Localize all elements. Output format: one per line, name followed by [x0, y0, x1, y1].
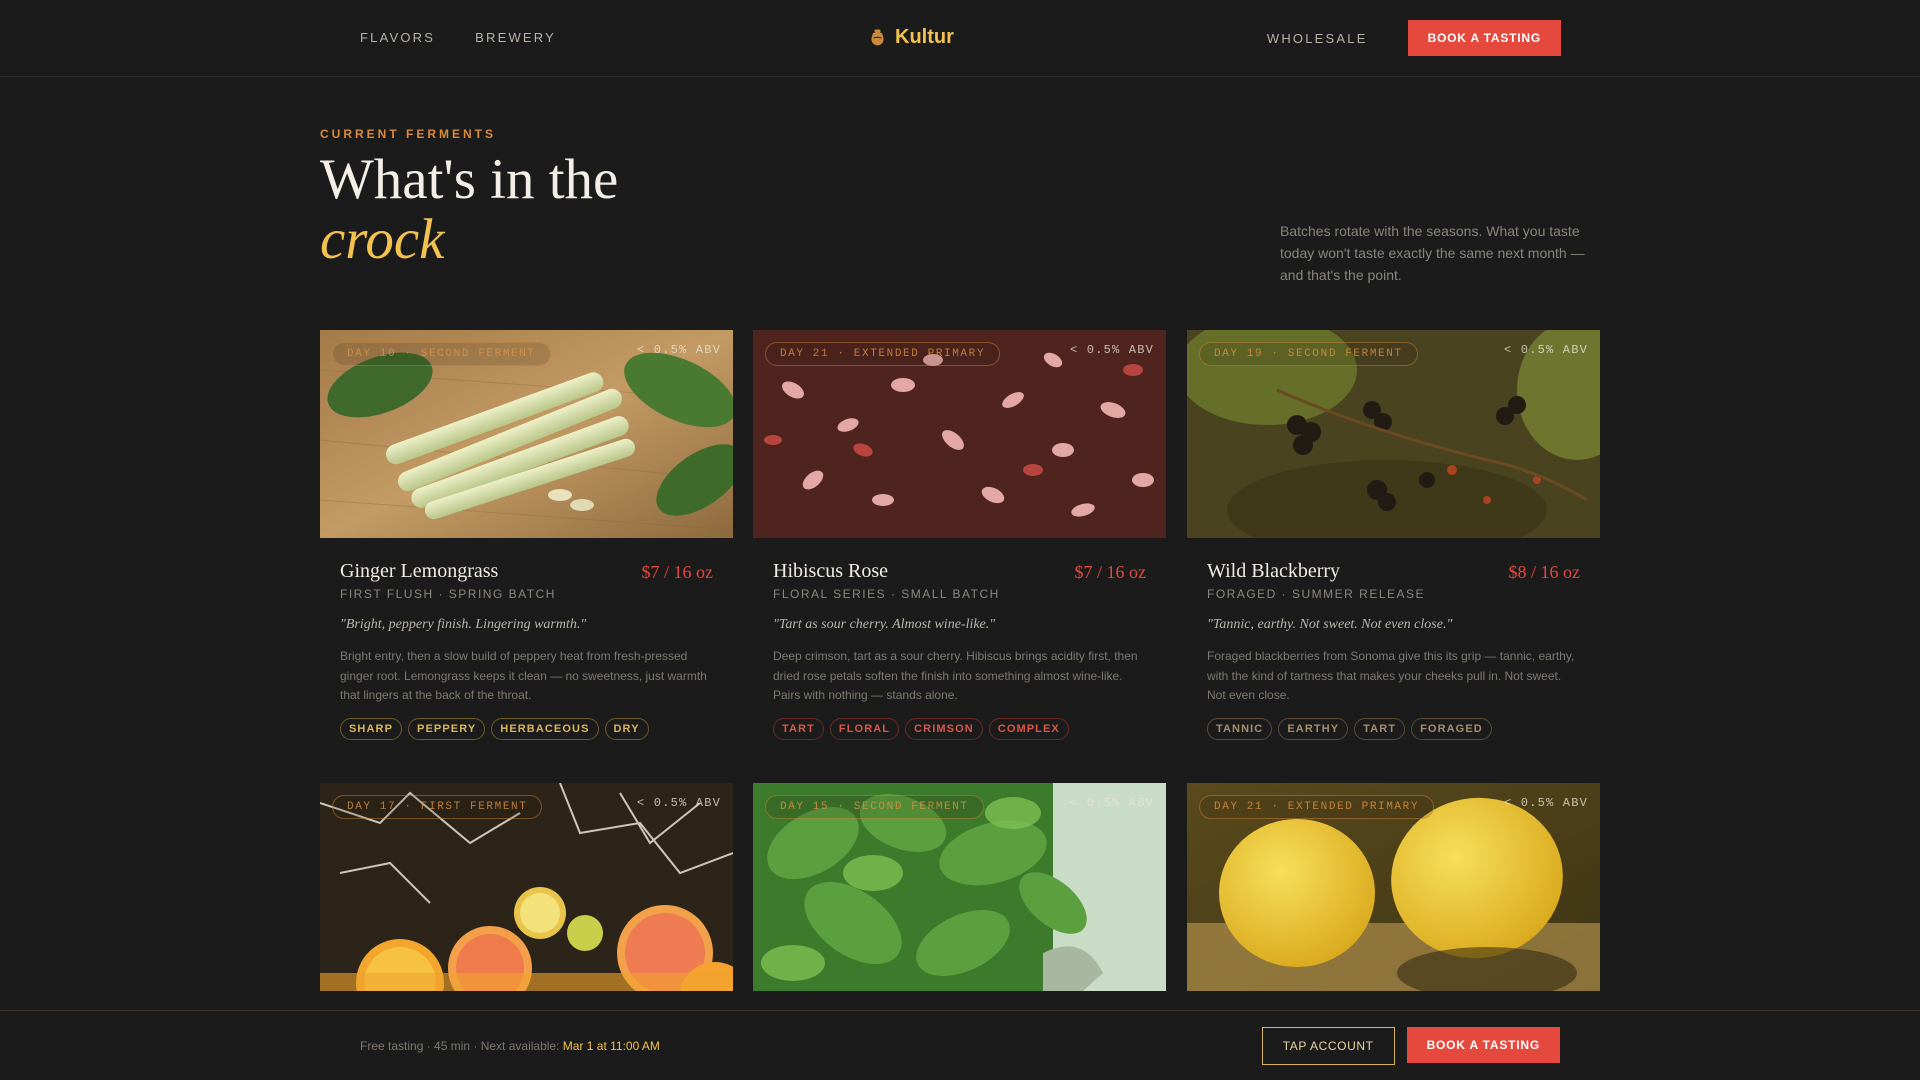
flavor-tags: TANNIC EARTHY TART FORAGED: [1207, 717, 1580, 740]
flavor-card-lemon[interactable]: DAY 21 · EXTENDED PRIMARY < 0.5% ABV: [1187, 783, 1600, 991]
nav-link-flavors[interactable]: FLAVORS: [360, 30, 435, 45]
flavor-card-hibiscus-rose[interactable]: DAY 21 · EXTENDED PRIMARY < 0.5% ABV Hib…: [753, 330, 1166, 740]
brand-name: Kultur: [895, 26, 954, 48]
flavor-description: Bright entry, then a slow build of peppe…: [340, 649, 707, 702]
ferment-stage-badge: DAY 21 · EXTENDED PRIMARY: [1199, 795, 1435, 819]
flavor-tag: TART: [1354, 717, 1406, 740]
tasting-info: Free tasting · 45 min · Next available: …: [360, 1039, 660, 1053]
flavor-image-citrus: DAY 17 · FIRST FERMENT < 0.5% ABV: [320, 783, 733, 991]
page-title-accent: crock: [320, 208, 445, 271]
flavor-card-wild-blackberry[interactable]: DAY 19 · SECOND FERMENT < 0.5% ABV Wild …: [1187, 330, 1600, 740]
abv-label: < 0.5% ABV: [636, 343, 721, 357]
flavor-image-wild-blackberry: DAY 19 · SECOND FERMENT < 0.5% ABV: [1187, 330, 1600, 538]
nav-link-brewery[interactable]: BREWERY: [475, 30, 556, 45]
flavor-tag: DRY: [604, 717, 649, 740]
flavor-image-herb: DAY 15 · SECOND FERMENT < 0.5% ABV: [753, 783, 1166, 991]
flavor-meta: FORAGED · SUMMER RELEASE: [1207, 587, 1426, 601]
flavor-tag: HERBACEOUS: [491, 717, 599, 740]
flavor-description: Deep crimson, tart as a sour cherry. Hib…: [773, 649, 1138, 702]
primary-nav: FLAVORS BREWERY: [360, 30, 556, 45]
flavor-meta: FLORAL SERIES · SMALL BATCH: [773, 587, 1000, 601]
card-body: Wild Blackberry $8 / 16 oz FORAGED · SUM…: [1187, 538, 1600, 740]
ferment-stage-badge: DAY 19 · SECOND FERMENT: [1199, 342, 1418, 366]
flavor-tag: CRIMSON: [905, 717, 983, 740]
flavor-tag: FLORAL: [829, 717, 900, 740]
flavor-tag: TART: [773, 717, 824, 740]
tasting-quote: "Bright, peppery finish. Lingering warmt…: [340, 617, 587, 632]
tasting-quote: "Tart as sour cherry. Almost wine-like.": [773, 617, 996, 632]
abv-label: < 0.5% ABV: [1503, 796, 1588, 810]
jar-icon: [870, 29, 885, 46]
booking-actions: TAP ACCOUNT BOOK A TASTING: [1261, 1027, 1560, 1065]
abv-label: < 0.5% ABV: [636, 796, 721, 810]
flavor-tag: PEPPERY: [408, 717, 486, 740]
flavor-card-citrus[interactable]: DAY 17 · FIRST FERMENT < 0.5% ABV: [320, 783, 733, 991]
tasting-info-text: Free tasting · 45 min · Next available:: [360, 1039, 563, 1053]
ferment-stage-badge: DAY 17 · FIRST FERMENT: [332, 795, 543, 819]
flavor-tags: TART FLORAL CRIMSON COMPLEX: [773, 717, 1146, 740]
abv-label: < 0.5% ABV: [1069, 796, 1154, 810]
flavor-image-ginger-lemongrass: DAY 10 · SECOND FERMENT < 0.5% ABV: [320, 330, 733, 538]
ferment-stage-badge: DAY 10 · SECOND FERMENT: [332, 342, 551, 366]
flavor-image-hibiscus-rose: DAY 21 · EXTENDED PRIMARY < 0.5% ABV: [753, 330, 1166, 538]
flavor-tag: SHARP: [340, 717, 403, 740]
abv-label: < 0.5% ABV: [1069, 343, 1154, 357]
flavor-price: $8 / 16 oz: [1508, 562, 1581, 582]
secondary-nav: WHOLESALE BOOK A TASTING: [1267, 20, 1561, 56]
nav-link-wholesale[interactable]: WHOLESALE: [1267, 31, 1368, 46]
flavor-tags: SHARP PEPPERY HERBACEOUS DRY: [340, 717, 713, 740]
page-title: What's in the crock: [320, 150, 618, 270]
ferment-stage-badge: DAY 15 · SECOND FERMENT: [765, 795, 984, 819]
flavor-tag: FORAGED: [1411, 717, 1492, 740]
abv-label: < 0.5% ABV: [1503, 343, 1588, 357]
brand-logo[interactable]: Kultur: [870, 26, 954, 49]
flavor-tag: TANNIC: [1207, 717, 1273, 740]
section-eyebrow: CURRENT FERMENTS: [320, 127, 496, 141]
tap-account-button[interactable]: TAP ACCOUNT: [1261, 1027, 1395, 1065]
flavor-tag: COMPLEX: [988, 717, 1069, 740]
flavor-card-ginger-lemongrass[interactable]: DAY 10 · SECOND FERMENT < 0.5% ABV Ginge…: [320, 330, 733, 740]
sticky-booking-bar: Free tasting · 45 min · Next available: …: [0, 1010, 1920, 1080]
tasting-quote: "Tannic, earthy. Not sweet. Not even clo…: [1207, 617, 1453, 632]
next-available-slot[interactable]: Mar 1 at 11:00 AM: [563, 1039, 660, 1053]
flavor-tag: EARTHY: [1278, 717, 1349, 740]
flavor-card-herb[interactable]: DAY 15 · SECOND FERMENT < 0.5% ABV: [753, 783, 1166, 991]
book-tasting-button[interactable]: BOOK A TASTING: [1407, 20, 1561, 56]
flavor-image-lemon: DAY 21 · EXTENDED PRIMARY < 0.5% ABV: [1187, 783, 1600, 991]
flavor-meta: FIRST FLUSH · SPRING BATCH: [340, 587, 556, 601]
page-title-line1: What's in the: [320, 148, 619, 211]
top-navigation: FLAVORS BREWERY Kultur WHOLESALE BOOK A …: [0, 0, 1920, 77]
ferment-stage-badge: DAY 21 · EXTENDED PRIMARY: [765, 342, 1001, 366]
card-body: Ginger Lemongrass $7 / 16 oz FIRST FLUSH…: [320, 538, 733, 740]
flavor-price: $7 / 16 oz: [1074, 562, 1147, 582]
flavor-description: Foraged blackberries from Sonoma give th…: [1207, 649, 1575, 702]
flavor-price: $7 / 16 oz: [641, 562, 714, 582]
section-intro: Batches rotate with the seasons. What yo…: [1280, 223, 1585, 283]
book-tasting-button-footer[interactable]: BOOK A TASTING: [1406, 1027, 1560, 1063]
card-body: Hibiscus Rose $7 / 16 oz FLORAL SERIES ·…: [753, 538, 1166, 740]
